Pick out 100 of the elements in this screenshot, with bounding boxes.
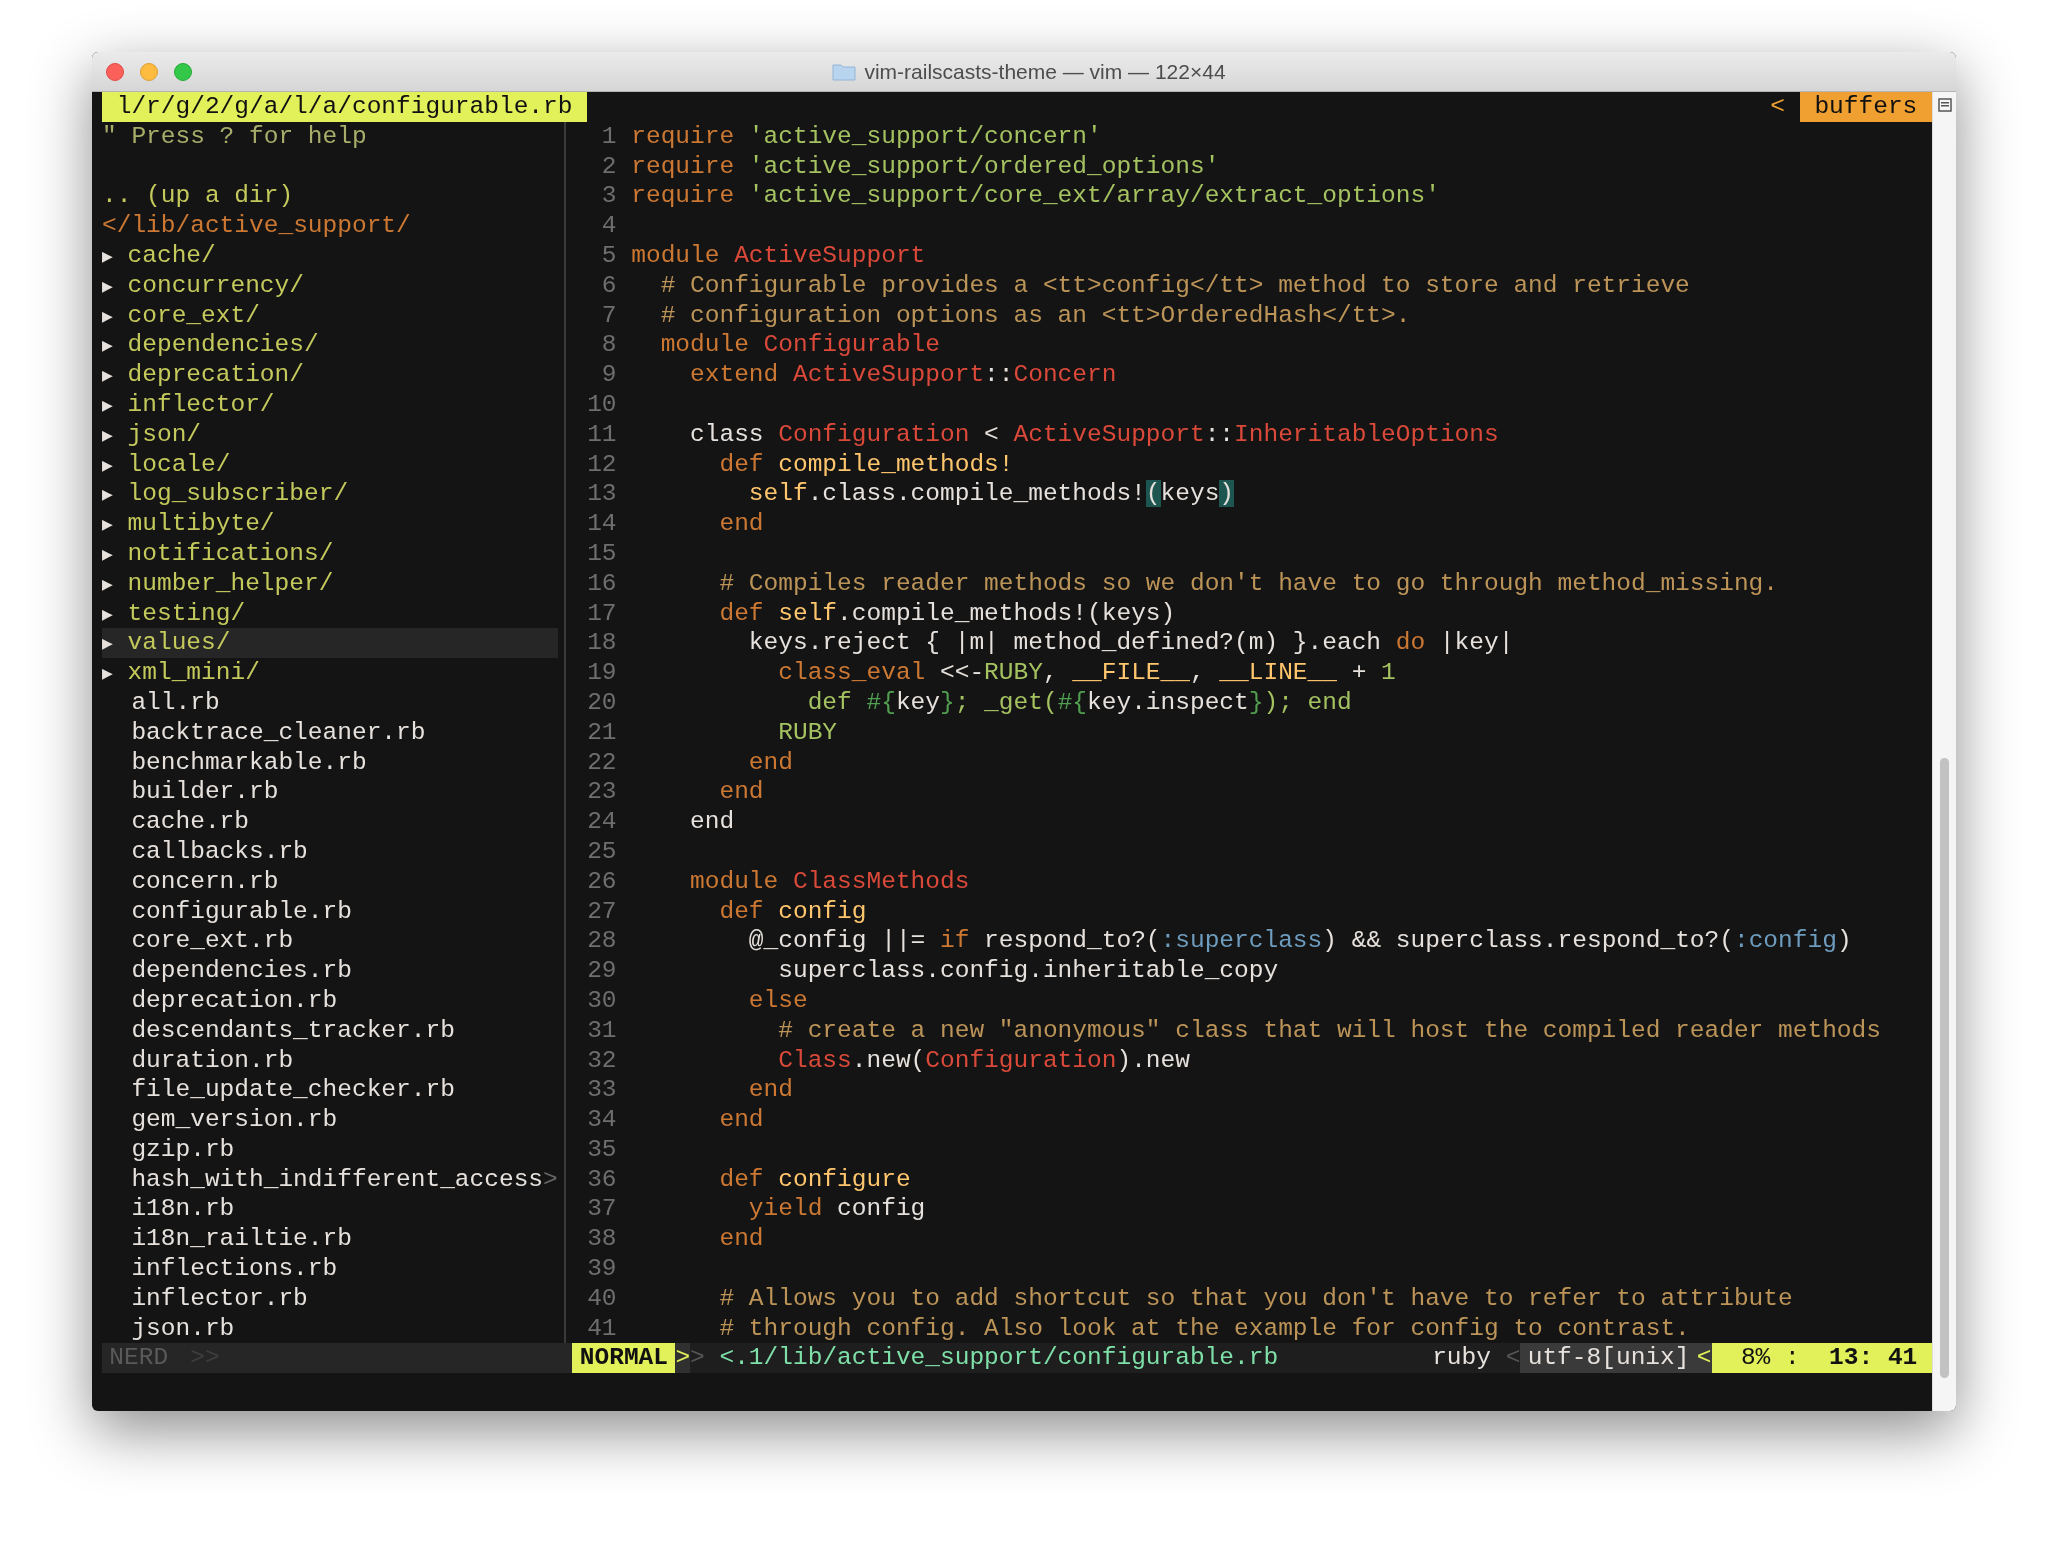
zoom-button[interactable]	[174, 62, 192, 81]
close-button[interactable]	[106, 62, 124, 81]
line-number: 30	[586, 985, 617, 1016]
file-item[interactable]: dependencies.rb	[102, 956, 558, 986]
line-number: 9	[600, 360, 617, 390]
code-line: end	[718, 509, 764, 539]
folder-item[interactable]: ▶ locale/	[102, 449, 558, 480]
folder-item[interactable]: ▶ multibyte/	[102, 509, 558, 539]
code-line: # Compiles reader methods so we don't have to go through method_missing.	[718, 568, 1779, 599]
tab-path[interactable]: l/r/g/2/g/a/l/a/configurable.rb	[102, 92, 588, 122]
code-line: # create a new "anonymous" class that will host the compiled reader methods	[777, 1015, 1881, 1046]
folder-item[interactable]: ▶ testing/	[102, 598, 558, 629]
file-item[interactable]: benchmarkable.rb	[102, 747, 558, 778]
file-item[interactable]: json.rb	[102, 1313, 558, 1344]
file-item[interactable]: i18n_railtie.rb	[102, 1224, 558, 1255]
folder-item[interactable]: ▶ core_ext/	[102, 300, 558, 331]
code-line: end	[689, 807, 735, 837]
file-path: <.1/lib/active_support/configurable.rb	[719, 1343, 1279, 1374]
code-line: class_eval <<-RUBY, __FILE__, __LINE__ + 1	[777, 658, 1396, 688]
list-icon[interactable]	[1937, 98, 1952, 112]
code-line: superclass.config.inheritable_copy	[777, 956, 1279, 986]
separator-glyph: >	[690, 1343, 705, 1374]
line-number: 10	[586, 389, 617, 420]
code-line: def #{key}; _get(#{key.inspect}); end	[806, 687, 1352, 718]
file-item[interactable]: all.rb	[102, 687, 558, 718]
file-item[interactable]: inflections.rb	[102, 1254, 558, 1284]
file-item[interactable]: concern.rb	[102, 866, 558, 897]
file-item[interactable]: core_ext.rb	[102, 926, 558, 957]
code-line: end	[718, 1105, 764, 1135]
code-line: end	[747, 1075, 793, 1106]
code-line: end	[718, 1224, 764, 1255]
scrollbar-thumb[interactable]	[1940, 758, 1949, 1378]
line-number: 17	[586, 598, 617, 629]
code-line: module ActiveSupport	[631, 241, 926, 271]
code-line: self.class.compile_methods!(keys)	[747, 479, 1235, 510]
file-item[interactable]: inflector.rb	[102, 1283, 558, 1314]
file-item[interactable]: descendants_tracker.rb	[102, 1015, 558, 1046]
file-type: ruby	[1432, 1343, 1491, 1374]
line-number: 18	[586, 628, 617, 659]
line-number: 13	[586, 479, 617, 510]
separator-glyph: >	[675, 1343, 691, 1374]
folder-item[interactable]: ▶ json/	[102, 419, 558, 450]
line-number: 20	[586, 687, 617, 718]
line-number: 39	[586, 1254, 617, 1284]
mode-indicator: NORMAL	[572, 1343, 676, 1374]
file-item[interactable]: hash_with_indifferent_access>	[102, 1164, 558, 1195]
folder-item[interactable]: ▶ number_helper/	[102, 568, 558, 599]
line-number: 11	[586, 419, 617, 450]
line-number: 34	[586, 1105, 617, 1135]
file-item[interactable]: i18n.rb	[102, 1194, 558, 1225]
file-item[interactable]: callbacks.rb	[102, 836, 558, 867]
root-path: </lib/active_support/	[102, 211, 412, 241]
code-line: def compile_methods!	[718, 449, 1014, 480]
line-number: 27	[586, 896, 617, 927]
code-line: # Configurable provides a <tt>config</tt> method to store and retrieve	[659, 270, 1690, 301]
file-item[interactable]: gem_version.rb	[102, 1105, 558, 1135]
minimize-button[interactable]	[140, 62, 158, 81]
up-dir-item[interactable]: .. (up a dir)	[102, 181, 558, 212]
line-number: 23	[586, 777, 617, 808]
buffers-tab[interactable]: buffers	[1799, 92, 1932, 122]
line-number: 15	[586, 538, 617, 569]
line-number: 21	[586, 717, 617, 748]
code-line: def configure	[718, 1164, 911, 1195]
file-item[interactable]: duration.rb	[102, 1045, 558, 1076]
code-line: require 'active_support/core_ext/array/extract_options'	[631, 181, 1440, 212]
line-number: 24	[586, 807, 617, 837]
line-number: 12	[586, 449, 617, 480]
file-item[interactable]: deprecation.rb	[102, 985, 558, 1016]
folder-item[interactable]: ▶ log_subscriber/	[102, 479, 558, 510]
line-number: 31	[586, 1015, 617, 1046]
code-line: class Configuration < ActiveSupport::InheritableOptions	[689, 419, 1499, 450]
folder-item[interactable]: ▶ cache/	[102, 241, 558, 271]
folder-item[interactable]: ▶ deprecation/	[102, 360, 558, 390]
folder-item[interactable]: ▶ notifications/	[102, 538, 558, 569]
line-number: 5	[600, 241, 617, 271]
code-line: module Configurable	[659, 330, 940, 361]
code-line: def self.compile_methods!(keys)	[718, 598, 1176, 629]
code-line: # Allows you to add shortcut so that you don't have to refer to attribute	[718, 1283, 1793, 1314]
file-item[interactable]: file_update_checker.rb	[102, 1075, 558, 1106]
line-number: 14	[586, 509, 617, 539]
folder-item[interactable]: ▶ values/	[102, 628, 558, 659]
file-item[interactable]: configurable.rb	[102, 896, 558, 927]
code-line: def config	[718, 896, 867, 927]
line-number: 25	[586, 836, 617, 867]
separator-glyph: >>	[190, 1343, 220, 1374]
line-number: 22	[586, 747, 617, 778]
code-line: require 'active_support/ordered_options'	[631, 151, 1220, 182]
folder-item[interactable]: ▶ xml_mini/	[102, 658, 558, 688]
file-item[interactable]: builder.rb	[102, 777, 558, 808]
folder-item[interactable]: ▶ concurrency/	[102, 270, 558, 301]
file-item[interactable]: backtrace_cleaner.rb	[102, 717, 558, 748]
window-title: vim-railscasts-theme — vim — 122×44	[864, 58, 1226, 85]
code-line: end	[718, 777, 764, 808]
line-number: 28	[586, 926, 617, 957]
line-number: 8	[600, 330, 617, 361]
line-number: 40	[586, 1283, 617, 1314]
file-item[interactable]: gzip.rb	[102, 1134, 558, 1165]
file-item[interactable]: cache.rb	[102, 807, 558, 837]
folder-item[interactable]: ▶ inflector/	[102, 389, 558, 420]
folder-item[interactable]: ▶ dependencies/	[102, 330, 558, 361]
